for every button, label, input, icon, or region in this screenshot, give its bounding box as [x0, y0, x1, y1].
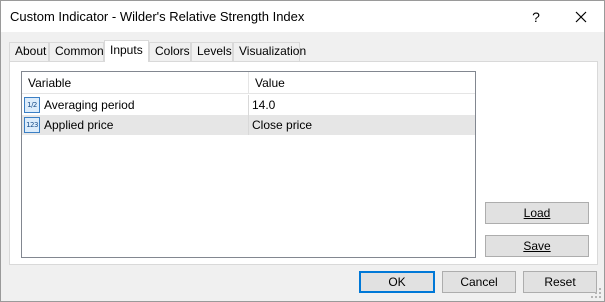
- tab-inputs[interactable]: Inputs: [104, 40, 149, 62]
- title-bar: Custom Indicator - Wilder's Relative Str…: [1, 1, 604, 32]
- load-button[interactable]: Load: [485, 202, 589, 224]
- tab-label: Common: [55, 44, 104, 58]
- inputs-panel: Variable Value 1/2 Averaging period 14.0…: [9, 61, 598, 265]
- close-icon: [575, 11, 587, 22]
- value-cell[interactable]: 14.0: [248, 95, 475, 115]
- tab-label: About: [15, 44, 47, 58]
- column-header-variable[interactable]: Variable: [22, 72, 248, 94]
- table-row[interactable]: 123 Applied price Close price: [22, 115, 475, 135]
- help-icon: ?: [532, 8, 540, 25]
- save-button[interactable]: Save: [485, 235, 589, 257]
- resize-grip-icon[interactable]: [591, 288, 601, 298]
- ok-button-label: OK: [388, 275, 406, 289]
- enum-parameter-icon: 123: [24, 117, 40, 133]
- tab-visualization[interactable]: Visualization: [233, 42, 306, 61]
- table-row[interactable]: 1/2 Averaging period 14.0: [22, 95, 475, 115]
- ok-button[interactable]: OK: [359, 271, 435, 293]
- help-button[interactable]: ?: [513, 1, 559, 32]
- variable-cell: Applied price: [44, 118, 114, 132]
- cancel-button-label: Cancel: [460, 275, 498, 289]
- tab-label: Colors: [155, 44, 190, 58]
- inputs-grid: Variable Value 1/2 Averaging period 14.0…: [21, 71, 476, 258]
- tab-colors[interactable]: Colors: [149, 42, 191, 61]
- tab-levels[interactable]: Levels: [191, 42, 233, 61]
- variable-cell: Averaging period: [44, 98, 135, 112]
- reset-button-label: Reset: [544, 275, 576, 289]
- indicator-dialog: Custom Indicator - Wilder's Relative Str…: [0, 0, 605, 302]
- column-header-value[interactable]: Value: [248, 72, 475, 94]
- tab-label: Visualization: [239, 44, 307, 58]
- grid-header: Variable Value: [22, 72, 475, 94]
- cancel-button[interactable]: Cancel: [442, 271, 516, 293]
- save-button-label: Save: [523, 239, 551, 253]
- tab-label: Levels: [197, 44, 232, 58]
- window-title: Custom Indicator - Wilder's Relative Str…: [10, 9, 305, 24]
- close-button[interactable]: [558, 1, 604, 32]
- tab-label: Inputs: [110, 43, 143, 57]
- load-button-label: Load: [523, 206, 551, 220]
- number-parameter-icon: 1/2: [24, 97, 40, 113]
- tab-common[interactable]: Common: [49, 42, 104, 61]
- value-cell[interactable]: Close price: [248, 115, 475, 135]
- reset-button[interactable]: Reset: [523, 271, 597, 293]
- tab-about[interactable]: About: [9, 42, 49, 61]
